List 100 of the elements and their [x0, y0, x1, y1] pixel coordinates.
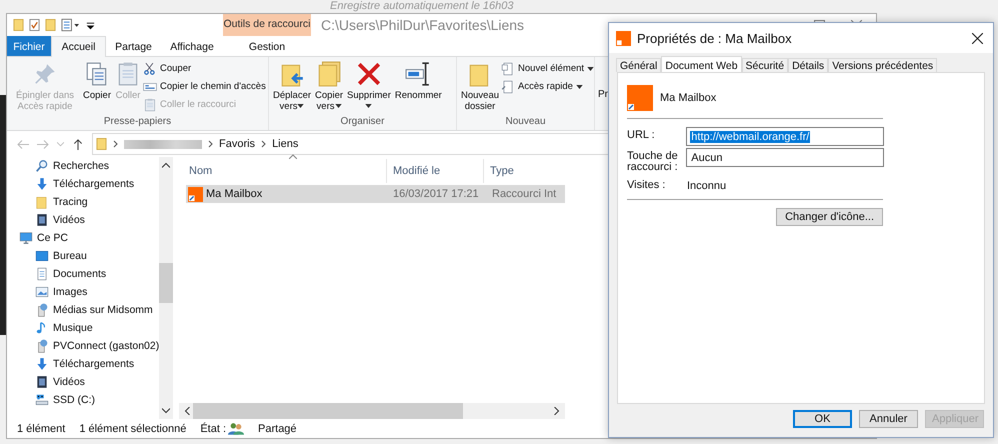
breadcrumb-item[interactable]: Liens — [272, 138, 298, 150]
sort-icon — [289, 154, 297, 159]
folder-icon[interactable] — [45, 18, 56, 32]
nav-item[interactable]: Médias sur Midsomm — [7, 301, 160, 319]
caret-icon — [576, 84, 583, 88]
selection-count: 1 élément sélectionné — [79, 422, 186, 434]
nav-item[interactable]: Ce PC — [7, 229, 160, 247]
table-cell-text: 16/03/2017 17:21 — [392, 188, 480, 200]
change-icon-button[interactable]: Changer d'icône... — [776, 208, 883, 226]
desktop-icon — [35, 249, 49, 263]
picture-icon — [35, 285, 49, 299]
nav-item[interactable]: Bureau — [7, 247, 160, 265]
dialog-tab[interactable]: Document Web — [661, 56, 742, 73]
close-icon[interactable] — [972, 32, 983, 44]
caret-icon — [334, 104, 342, 108]
ribbon-button[interactable]: Nouvel élément — [501, 60, 594, 77]
properties-icon[interactable] — [61, 18, 80, 32]
nav-item[interactable]: SSD (C:) — [7, 391, 160, 409]
scroll-up-icon[interactable] — [162, 161, 170, 169]
input-field[interactable]: http://webmail.orange.fr/ — [686, 127, 884, 146]
nav-item[interactable]: Téléchargements — [7, 355, 160, 373]
scroll-right-icon[interactable] — [553, 407, 561, 415]
nav-item[interactable]: Images — [7, 283, 160, 301]
media-server-icon — [35, 303, 49, 317]
folders-icon — [316, 60, 342, 88]
column-header[interactable]: Modifié le — [387, 159, 484, 183]
up-icon[interactable] — [72, 138, 84, 150]
ribbon-tab[interactable]: Gestion — [223, 36, 311, 56]
item-count: 1 élément — [17, 422, 66, 434]
ribbon-tab[interactable]: Partage — [106, 36, 161, 56]
scroll-thumb[interactable] — [193, 403, 463, 419]
dialog-tab[interactable]: Détails — [788, 58, 828, 72]
nav-item[interactable]: Musique — [7, 319, 160, 337]
dialog-button[interactable]: OK — [793, 410, 852, 428]
dialog-tab[interactable]: Sécurité — [742, 58, 788, 72]
context-tab-header: Outils de raccourci — [223, 14, 311, 36]
text-cursor-icon — [405, 60, 432, 88]
ribbon-button[interactable]: Supprimer — [345, 59, 393, 115]
ribbon-button[interactable]: Renommer — [392, 59, 444, 115]
breadcrumb-item[interactable]: Favoris — [219, 138, 256, 150]
ribbon-tab[interactable]: Fichier — [7, 36, 51, 56]
caret-icon — [365, 104, 372, 108]
folder-icon[interactable] — [13, 18, 24, 32]
group-label: Nouveau — [504, 115, 547, 128]
nav-item[interactable]: Documents — [7, 265, 160, 283]
nav-item[interactable]: PVConnect (gaston02) — [7, 337, 160, 355]
background-window-text: Enregistre automatiquement le 16h03 — [330, 0, 514, 12]
ribbon-tab[interactable]: Accueil — [51, 36, 106, 57]
media-server-icon — [35, 339, 49, 353]
file-row[interactable]: Ma Mailbox 16/03/2017 17:21 Raccourci Int — [186, 185, 565, 203]
ribbon-button[interactable]: Nouveau dossier — [459, 59, 502, 115]
group-label: Organiser — [340, 115, 386, 128]
field-value: Inconnu — [687, 179, 726, 192]
ribbon-button[interactable]: Copier vers — [313, 59, 346, 115]
film-icon — [35, 375, 49, 389]
nav-item[interactable]: Recherches — [7, 157, 160, 175]
ribbon-button[interactable]: Couper — [143, 60, 266, 77]
horizontal-scrollbar[interactable] — [179, 403, 565, 419]
document-icon — [501, 80, 516, 94]
dialog-button[interactable]: Annuler — [859, 410, 918, 428]
input-field[interactable]: Aucun — [686, 148, 884, 167]
chevron-icon — [113, 140, 118, 148]
download-icon — [35, 177, 49, 191]
users-icon — [228, 422, 244, 435]
chevron-icon — [208, 140, 213, 148]
shortcut-name: Ma Mailbox — [660, 92, 716, 104]
nav-item[interactable]: Vidéos — [7, 373, 160, 391]
field-label: Visites : — [627, 178, 666, 191]
nav-item[interactable]: Téléchargements — [7, 175, 160, 193]
ribbon-button[interactable]: Pr — [595, 57, 608, 130]
folder-icon — [96, 137, 107, 151]
checkbox-icon[interactable] — [29, 18, 40, 32]
ribbon-tab[interactable]: Affichage — [161, 36, 223, 56]
vertical-scrollbar[interactable] — [159, 157, 174, 419]
nav-item[interactable]: Tracing — [7, 193, 160, 211]
scroll-down-icon[interactable] — [162, 407, 170, 415]
monitor-icon — [19, 231, 33, 245]
documents-icon — [501, 62, 516, 76]
column-header[interactable]: Type — [484, 159, 554, 183]
scroll-thumb[interactable] — [159, 263, 174, 303]
drive-icon — [35, 393, 49, 407]
shortcut-icon — [627, 85, 653, 111]
ribbon-button[interactable]: Copier — [81, 59, 113, 115]
ribbon-button[interactable]: Déplacer vers — [271, 59, 314, 115]
shortcut-icon — [616, 30, 631, 46]
clipboard-icon — [143, 98, 157, 112]
table-cell: Ma Mailbox — [186, 186, 391, 202]
ribbon-button[interactable]: Accès rapide — [501, 78, 594, 95]
caret-icon — [297, 104, 304, 108]
download-icon — [35, 357, 49, 371]
dialog-tab[interactable]: Général — [616, 58, 662, 72]
dialog-tab[interactable]: Versions précédentes — [828, 58, 938, 72]
chevron-icon — [261, 140, 266, 148]
ribbon-button[interactable]: Copier le chemin d'accès — [143, 78, 266, 95]
scroll-left-icon[interactable] — [183, 407, 191, 415]
column-header[interactable]: Nom — [183, 159, 387, 183]
nav-item[interactable]: Vidéos — [7, 211, 160, 229]
dialog-title: Propriétés de : Ma Mailbox — [637, 30, 793, 46]
window-title: C:\Users\PhilDur\Favorites\Liens — [320, 16, 526, 35]
state-label: État : — [200, 422, 226, 434]
